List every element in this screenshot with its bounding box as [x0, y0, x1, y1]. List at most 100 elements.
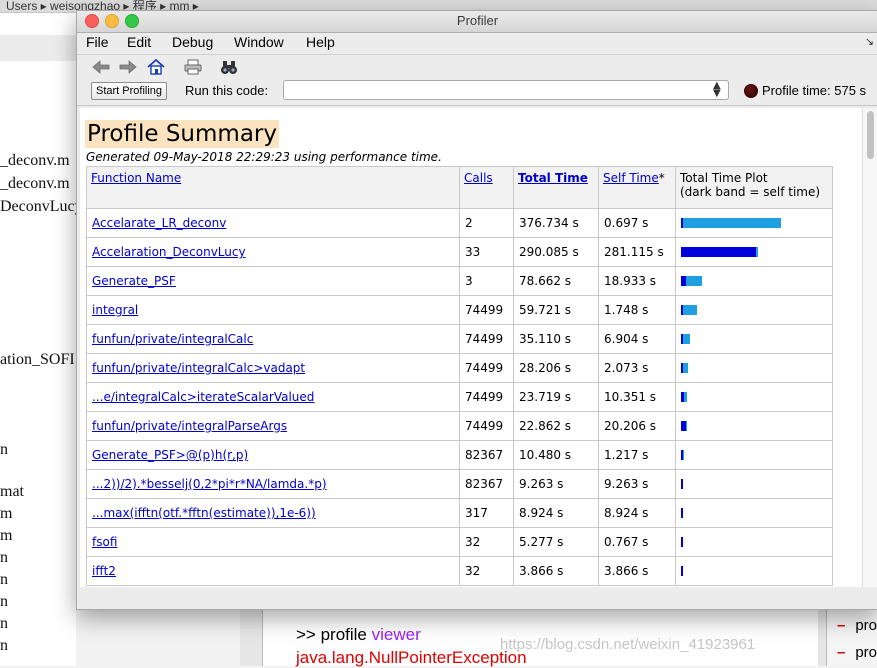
command-keyword: viewer	[371, 625, 421, 644]
function-link[interactable]: funfun/private/integralParseArgs	[92, 419, 287, 433]
back-arrow-icon[interactable]	[91, 57, 111, 77]
table-row: ...e/integralCalc>iterateScalarValued 744…	[86, 382, 833, 412]
sort-function-name-link[interactable]: Function Name	[91, 171, 181, 185]
time-plot-cell	[675, 237, 833, 267]
background-file-item[interactable]: n	[0, 549, 8, 567]
background-file-item[interactable]: _deconv.m	[0, 175, 70, 193]
forward-arrow-icon[interactable]	[118, 57, 138, 77]
table-row: ...2))/2).*besselj(0,2*pi*r*NA/lamda.*p)…	[86, 469, 833, 499]
function-link[interactable]: funfun/private/integralCalc	[92, 332, 253, 346]
function-name-cell: funfun/private/integralCalc	[86, 324, 460, 354]
calls-cell: 82367	[459, 469, 514, 499]
total-time-bar	[681, 305, 697, 315]
time-plot-bar	[681, 276, 827, 286]
self-time-cell: 3.866 s	[598, 556, 676, 586]
menu-window[interactable]: Window	[234, 34, 284, 50]
table-row: Accelaration_DeconvLucy 33 290.085 s 281.11…	[86, 237, 833, 267]
sort-total-time-link[interactable]: Total Time	[518, 171, 588, 185]
self-time-cell: 6.904 s	[598, 324, 676, 354]
calls-cell: 3	[459, 266, 514, 296]
command-line: >> profile viewer	[296, 625, 421, 645]
run-code-input[interactable]	[283, 80, 729, 100]
background-file-item[interactable]: m	[0, 505, 12, 523]
binoculars-icon[interactable]	[219, 57, 239, 77]
background-file-item[interactable]: n	[0, 615, 8, 633]
total-time-cell: 10.480 s	[513, 440, 599, 470]
vertical-scrollbar[interactable]	[862, 108, 877, 587]
total-time-cell: 8.924 s	[513, 498, 599, 528]
table-row: Generate_PSF 3 78.662 s 18.933 s	[86, 266, 833, 296]
background-file-item[interactable]: ation_SOFI	[0, 351, 75, 369]
calls-cell: 74499	[459, 411, 514, 441]
menu-edit[interactable]: Edit	[127, 34, 151, 50]
background-file-item[interactable]: n	[0, 571, 8, 589]
calls-cell: 74499	[459, 382, 514, 412]
menu-help[interactable]: Help	[306, 34, 335, 50]
function-link[interactable]: Generate_PSF	[92, 274, 176, 288]
menu-debug[interactable]: Debug	[172, 34, 213, 50]
calls-cell: 74499	[459, 295, 514, 325]
plot-header-line2: (dark band = self time)	[680, 185, 821, 199]
function-link[interactable]: integral	[92, 303, 138, 317]
background-file-item[interactable]: mat	[0, 483, 24, 501]
self-time-bar	[681, 276, 687, 286]
self-time-bar	[681, 566, 683, 576]
time-plot-bar	[681, 421, 827, 431]
title-bar[interactable]: Profiler	[77, 11, 877, 33]
calls-cell: 74499	[459, 324, 514, 354]
self-time-bar	[681, 421, 687, 431]
background-file-item[interactable]: m	[0, 527, 12, 545]
time-plot-cell	[675, 266, 833, 296]
menu-bar: File Edit Debug Window Help ↘	[77, 33, 877, 54]
function-link[interactable]: Accelaration_DeconvLucy	[92, 245, 246, 259]
function-link[interactable]: ifft2	[92, 564, 116, 578]
sort-self-time-link[interactable]: Self Time	[603, 171, 659, 185]
function-link[interactable]: Accelarate_LR_deconv	[92, 216, 226, 230]
table-row: ...max(ifftn(otf.*fftn(estimate)),1e-6))…	[86, 498, 833, 528]
self-time-cell: 20.206 s	[598, 411, 676, 441]
workspace-item[interactable]: – pro	[837, 617, 877, 634]
menu-file[interactable]: File	[86, 34, 109, 50]
self-time-cell: 9.263 s	[598, 469, 676, 499]
function-link[interactable]: ...2))/2).*besselj(0,2*pi*r*NA/lamda.*p)	[92, 477, 327, 491]
time-plot-bar	[681, 218, 827, 228]
self-time-cell: 2.073 s	[598, 353, 676, 383]
calls-cell: 32	[459, 556, 514, 586]
calls-cell: 32	[459, 527, 514, 557]
function-link[interactable]: ...e/integralCalc>iterateScalarValued	[92, 390, 314, 404]
total-time-cell: 28.206 s	[513, 353, 599, 383]
profile-time-label: Profile time: 575 s	[762, 83, 867, 98]
start-profiling-button[interactable]: Start Profiling	[91, 82, 168, 100]
time-plot-bar	[681, 392, 827, 402]
background-file-item[interactable]: n	[0, 441, 8, 459]
print-icon[interactable]	[183, 57, 203, 77]
scrollbar-thumb[interactable]	[867, 111, 874, 159]
workspace-item[interactable]: – pro	[837, 644, 877, 661]
table-row: Generate_PSF>@(p)h(r,p) 82367 10.480 s 1.21…	[86, 440, 833, 470]
undock-arrow-icon[interactable]: ↘	[865, 35, 874, 48]
background-file-item[interactable]: n	[0, 637, 8, 655]
background-file-item[interactable]: n	[0, 593, 8, 611]
background-file-item[interactable]: DeconvLucy	[0, 198, 83, 216]
calls-cell: 317	[459, 498, 514, 528]
self-time-bar	[681, 537, 683, 547]
function-link[interactable]: funfun/private/integralCalc>vadapt	[92, 361, 305, 375]
profile-summary-panel[interactable]: Profile Summary Generated 09-May-2018 22…	[80, 108, 862, 587]
home-icon[interactable]	[146, 57, 166, 77]
function-link[interactable]: ...max(ifftn(otf.*fftn(estimate)),1e-6))	[92, 506, 316, 520]
sort-calls-link[interactable]: Calls	[464, 171, 493, 185]
self-time-cell: 0.767 s	[598, 527, 676, 557]
total-time-cell: 78.662 s	[513, 266, 599, 296]
time-plot-cell	[675, 295, 833, 325]
time-plot-bar	[681, 363, 827, 373]
self-time-bar	[681, 479, 684, 489]
function-name-cell: funfun/private/integralParseArgs	[86, 411, 460, 441]
chevron-updown-icon[interactable]: ▲ ▼	[713, 81, 721, 99]
time-plot-bar	[681, 566, 827, 576]
background-file-item[interactable]: _deconv.m	[0, 152, 70, 170]
function-name-cell: Generate_PSF>@(p)h(r,p)	[86, 440, 460, 470]
table-row: funfun/private/integralCalc>vadapt 74499 2…	[86, 353, 833, 383]
function-link[interactable]: Generate_PSF>@(p)h(r,p)	[92, 448, 248, 462]
self-time-cell: 281.115 s	[598, 237, 676, 267]
function-link[interactable]: fsofi	[92, 535, 117, 549]
